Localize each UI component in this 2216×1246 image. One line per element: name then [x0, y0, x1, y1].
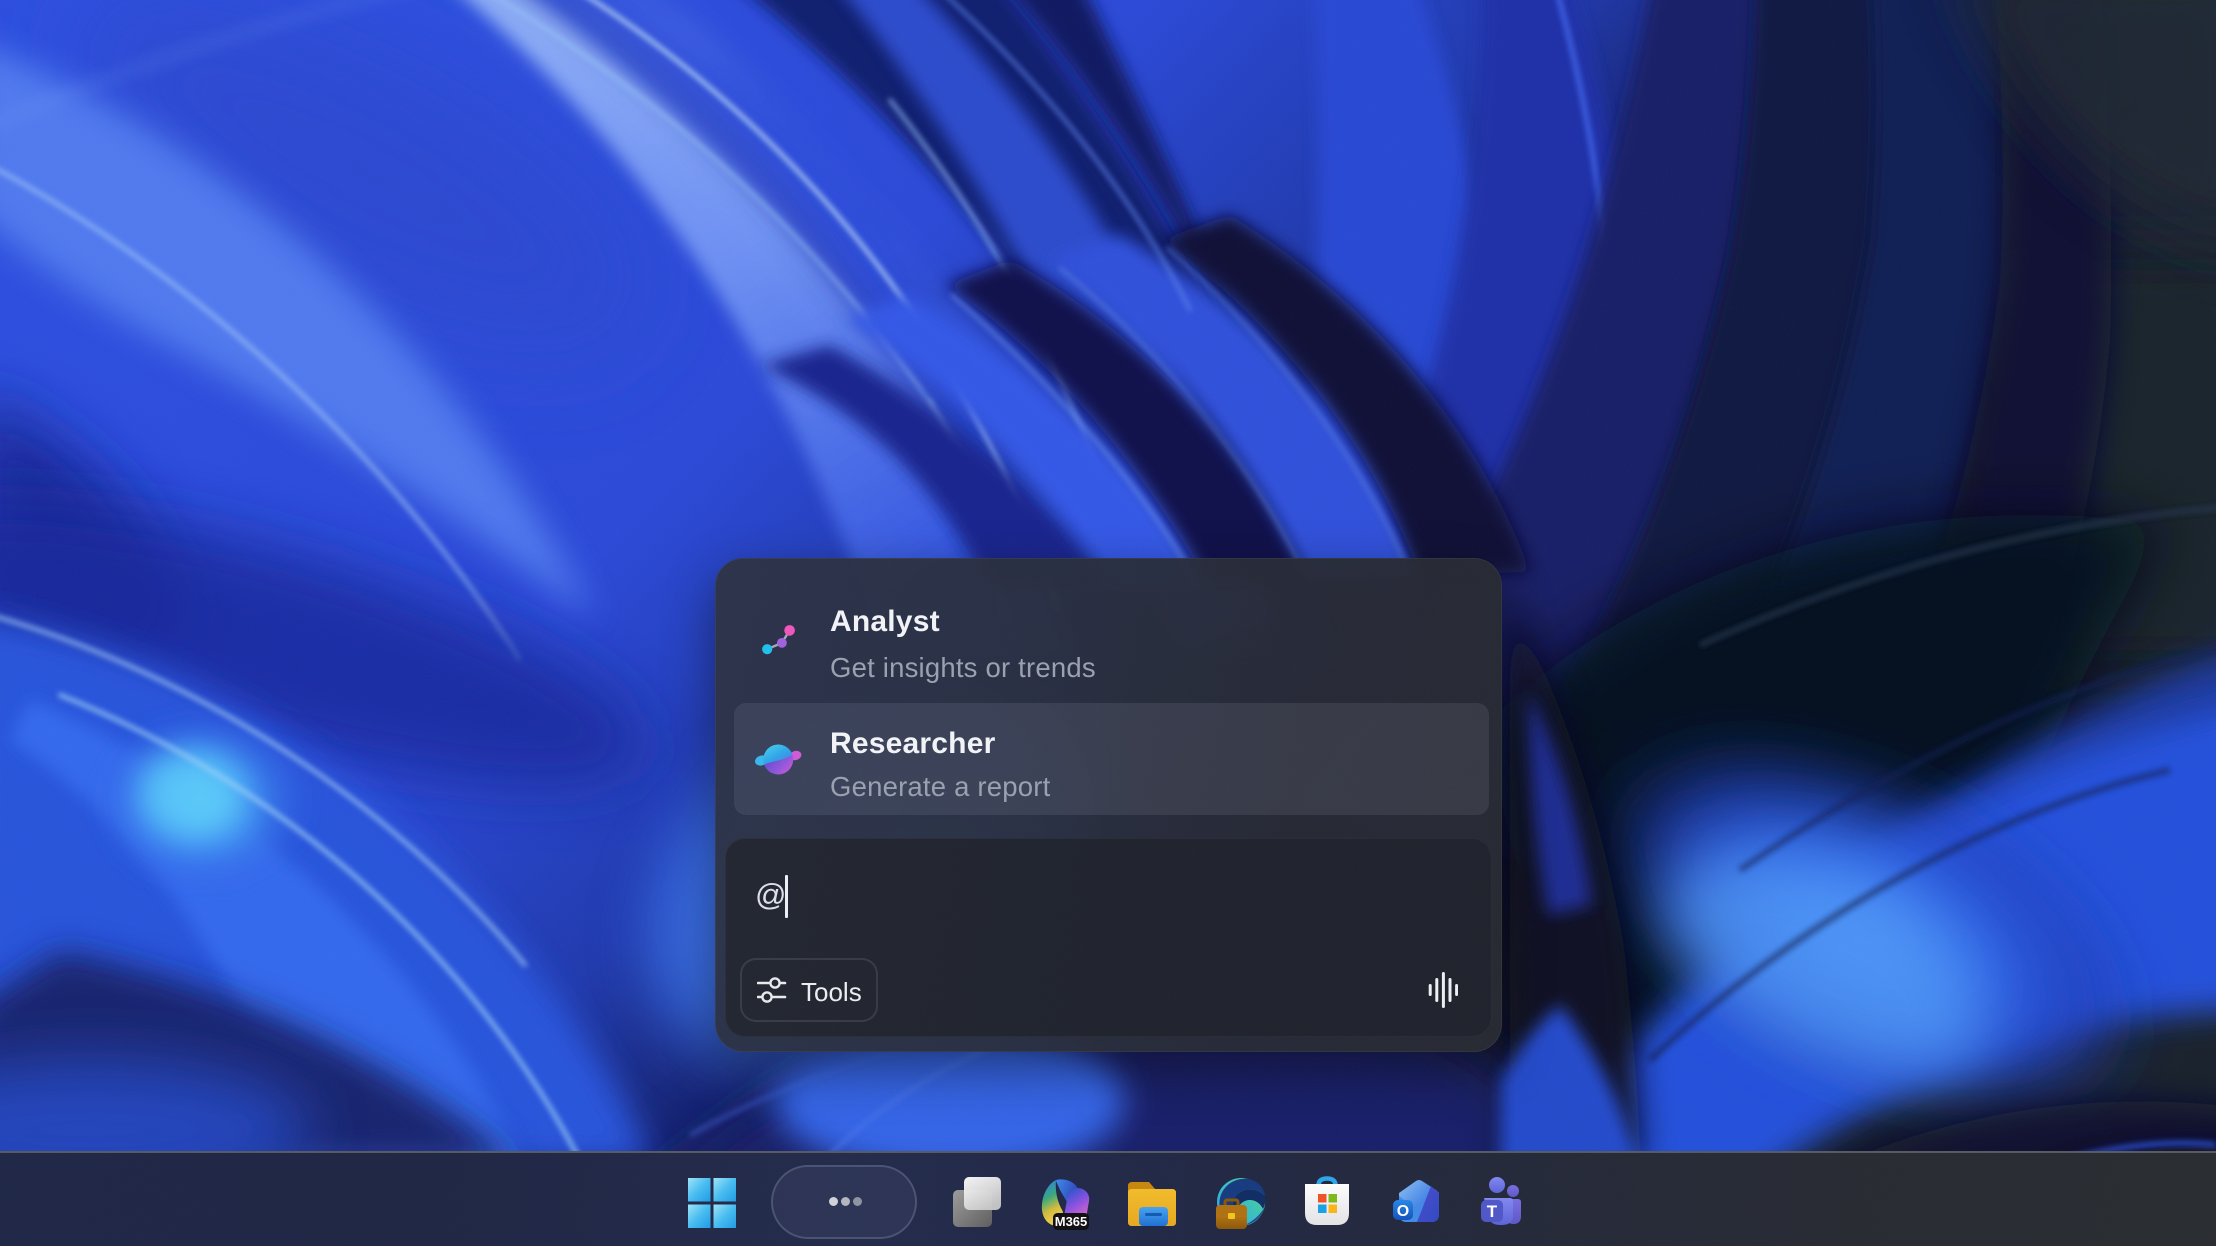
svg-text:O: O: [1397, 1203, 1409, 1220]
svg-text:T: T: [1487, 1202, 1498, 1221]
svg-text:M365: M365: [1055, 1214, 1088, 1229]
